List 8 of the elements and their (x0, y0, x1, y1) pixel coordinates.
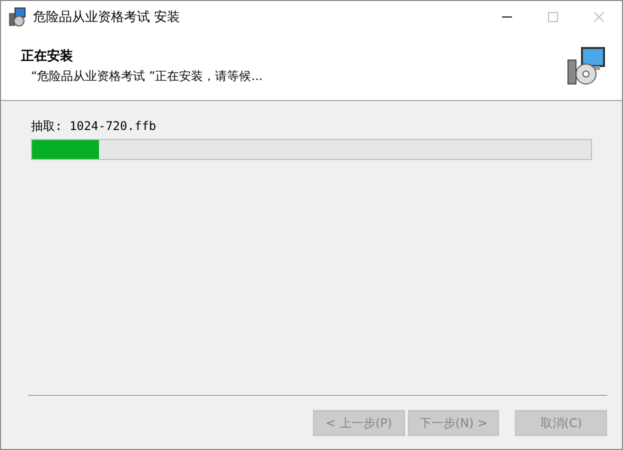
close-icon (594, 12, 604, 22)
maximize-icon (548, 12, 558, 22)
installer-icon (7, 6, 27, 26)
header-title: 正在安装 (21, 48, 74, 65)
extract-status: 抽取: 1024-720.ffb (31, 118, 158, 135)
computer-disc-icon (566, 46, 606, 86)
header-subtitle: “危险品从业资格考试 ”正在安装，请等候... (30, 68, 264, 85)
window-title: 危险品从业资格考试 安装 (33, 8, 182, 26)
